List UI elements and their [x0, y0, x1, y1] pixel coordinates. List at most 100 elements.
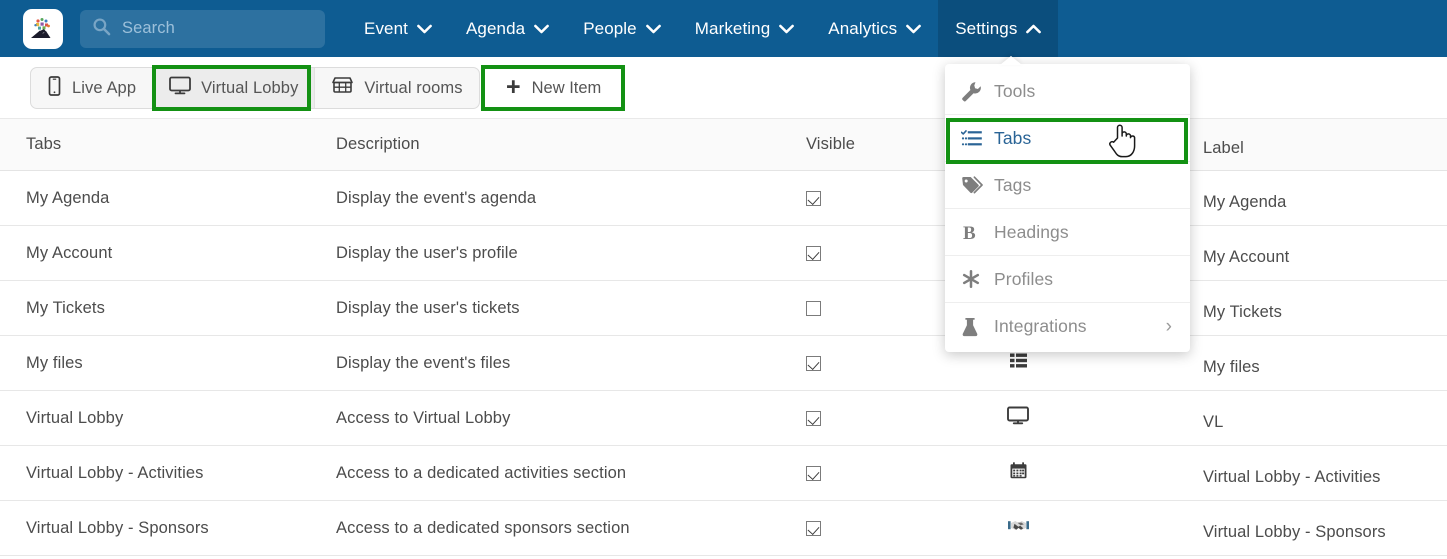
plus-icon: + [506, 72, 521, 101]
table-row[interactable]: My Tickets Display the user's tickets My… [0, 281, 1447, 336]
nav-item-label: Agenda [465, 18, 526, 38]
cell-tab: My Agenda [26, 188, 110, 207]
app-logo-icon [26, 11, 60, 46]
svg-text:B: B [963, 223, 976, 242]
cell-description: Access to a dedicated activities section [336, 463, 627, 482]
tag-icon [961, 176, 994, 194]
dropdown-caret [1000, 56, 1022, 65]
menu-item-label: Integrations [994, 316, 1087, 336]
list-tasks-icon [961, 129, 994, 147]
chevron-down-icon [645, 19, 661, 39]
menu-item-integrations[interactable]: Integrations › [945, 303, 1190, 350]
cell-icon [995, 501, 1041, 555]
cell-visible [806, 226, 866, 280]
cell-icon [995, 446, 1041, 500]
store-icon [331, 76, 354, 100]
cell-description: Access to a dedicated sponsors section [336, 518, 630, 537]
menu-item-tabs[interactable]: Tabs [945, 115, 1190, 162]
cell-description: Display the user's profile [336, 243, 518, 262]
menu-item-tags[interactable]: Tags [945, 162, 1190, 209]
handshake-icon [1007, 518, 1029, 538]
settings-dropdown-menu: Tools Tabs Tags B Headings Profiles Inte… [945, 64, 1190, 352]
monitor-icon [1007, 406, 1029, 430]
new-item-label: New Item [531, 78, 602, 97]
table-row[interactable]: Virtual Lobby - Sponsors Access to a ded… [0, 501, 1447, 556]
app-logo[interactable] [23, 8, 63, 49]
nav-item-label: Settings [955, 18, 1018, 38]
visible-checkbox[interactable] [806, 465, 821, 481]
nav-item-label: Analytics [828, 18, 898, 38]
cell-tab: My Account [26, 243, 113, 262]
new-item-button[interactable]: + New Item [488, 67, 620, 109]
cell-tab: Virtual Lobby [26, 408, 124, 427]
chevron-right-icon: › [1165, 315, 1172, 337]
table-row[interactable]: My files Display the event's files My fi… [0, 336, 1447, 391]
chevron-down-icon [534, 19, 550, 39]
cell-description: Display the event's agenda [336, 188, 537, 207]
cell-visible [806, 501, 866, 555]
cell-tab: Virtual Lobby - Activities [26, 463, 204, 482]
nav-item-analytics[interactable]: Analytics [811, 0, 938, 57]
visible-checkbox[interactable] [806, 300, 821, 316]
cell-visible [806, 171, 866, 225]
segment-label: Live App [72, 78, 137, 97]
table-row[interactable]: My Account Display the user's profile My… [0, 226, 1447, 281]
menu-item-label: Tools [994, 80, 1036, 101]
segment-virtual-lobby[interactable]: Virtual Lobby [153, 68, 316, 108]
top-nav-items: Event Agenda People Marketing Analytics … [347, 0, 1059, 57]
chevron-up-icon [1026, 19, 1042, 39]
chevron-down-icon [906, 19, 922, 39]
search-input[interactable]: Search [80, 9, 325, 48]
nav-item-settings[interactable]: Settings [938, 0, 1059, 57]
table-header-row: Tabs Description Visible Label [0, 119, 1447, 171]
cell-label: My files [1203, 357, 1260, 376]
cell-label: Virtual Lobby - Sponsors [1203, 522, 1386, 541]
column-header-visible: Visible [806, 135, 856, 153]
cell-label: My Account [1203, 247, 1290, 266]
nav-item-event[interactable]: Event [347, 0, 449, 57]
visible-checkbox[interactable] [806, 410, 821, 426]
segment-virtual-rooms[interactable]: Virtual rooms [315, 68, 478, 108]
mobile-phone-icon [47, 75, 62, 101]
menu-item-profiles[interactable]: Profiles [945, 256, 1190, 303]
search-icon [92, 17, 111, 41]
cell-icon [995, 391, 1041, 445]
cell-visible [806, 446, 866, 500]
cell-description: Access to Virtual Lobby [336, 408, 511, 427]
nav-item-label: Event [364, 18, 408, 38]
tabs-table: Tabs Description Visible Label My Agenda… [0, 119, 1447, 556]
cell-description: Display the event's files [336, 353, 511, 372]
menu-item-headings[interactable]: B Headings [945, 209, 1190, 256]
cell-label: Virtual Lobby - Activities [1203, 467, 1381, 486]
bold-b-icon: B [961, 223, 994, 242]
nav-item-people[interactable]: People [566, 0, 678, 57]
nav-item-agenda[interactable]: Agenda [449, 0, 566, 57]
table-row[interactable]: My Agenda Display the event's agenda My … [0, 171, 1447, 226]
chevron-down-icon [779, 19, 795, 39]
menu-item-label: Profiles [994, 268, 1054, 289]
cell-visible [806, 336, 866, 390]
calendar-icon [1010, 462, 1027, 484]
wrench-icon [961, 81, 994, 102]
segment-live-app[interactable]: Live App [31, 68, 154, 108]
cell-tab: My files [26, 353, 83, 372]
top-navigation-bar: Search Event Agenda People Marketing Ana… [0, 0, 1447, 57]
table-row[interactable]: Virtual Lobby Access to Virtual Lobby VL [0, 391, 1447, 446]
visible-checkbox[interactable] [806, 520, 821, 536]
secondary-toolbar: Live App Virtual Lobby Virtual rooms + N… [0, 57, 1447, 119]
segment-label: Virtual Lobby [201, 78, 299, 97]
view-segmented-control: Live App Virtual Lobby Virtual rooms [30, 67, 480, 109]
nav-item-marketing[interactable]: Marketing [678, 0, 812, 57]
visible-checkbox[interactable] [806, 355, 821, 371]
menu-item-tools[interactable]: Tools [945, 68, 1190, 115]
column-header-description: Description [336, 135, 420, 153]
app-root: Search Event Agenda People Marketing Ana… [0, 0, 1447, 559]
cell-label: VL [1203, 412, 1224, 431]
visible-checkbox[interactable] [806, 245, 821, 261]
cell-visible [806, 281, 866, 335]
nav-item-label: Marketing [694, 18, 771, 38]
search-placeholder: Search [122, 19, 175, 37]
cell-description: Display the user's tickets [336, 298, 520, 317]
table-row[interactable]: Virtual Lobby - Activities Access to a d… [0, 446, 1447, 501]
visible-checkbox[interactable] [806, 190, 821, 206]
